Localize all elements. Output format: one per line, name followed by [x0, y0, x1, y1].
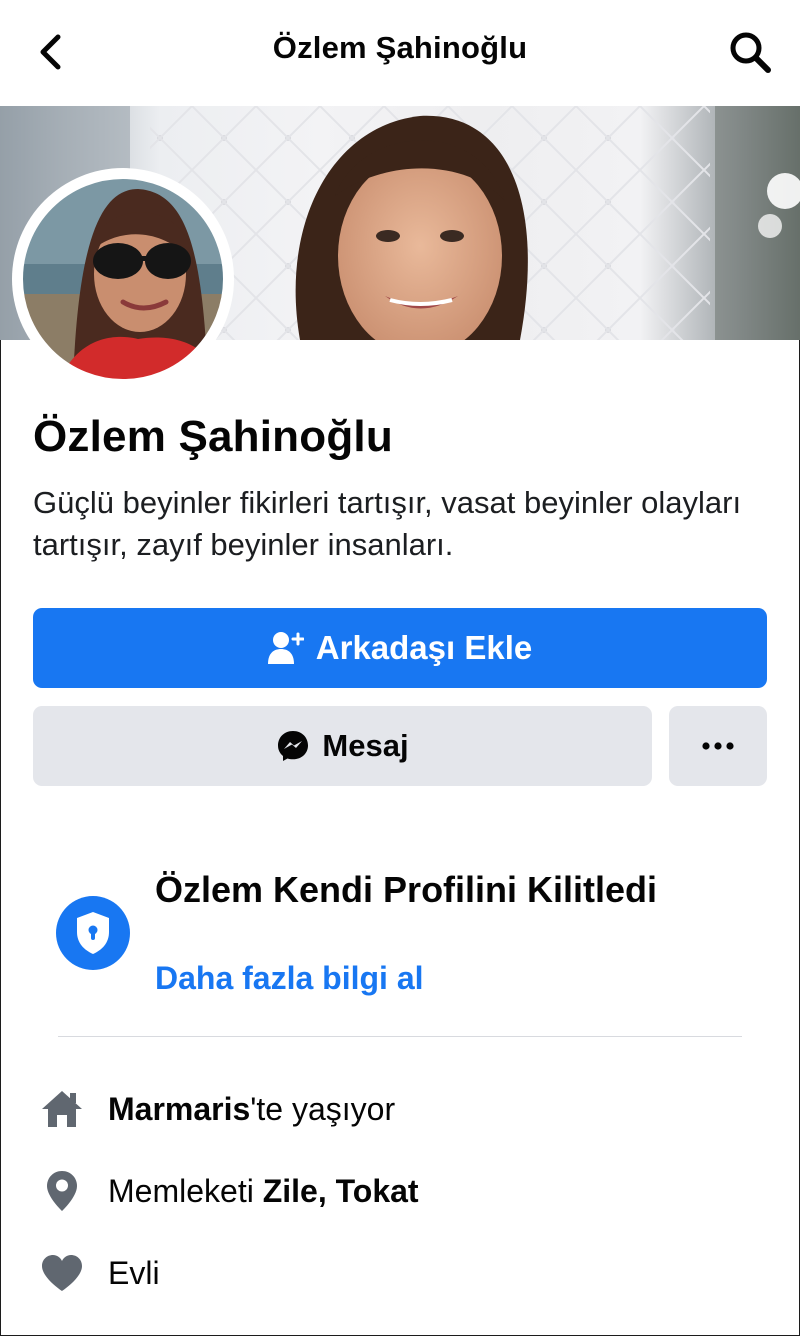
search-button[interactable] [722, 26, 778, 78]
location-pin-icon [40, 1169, 84, 1213]
hometown-value: Zile, Tokat [262, 1172, 419, 1209]
info-lives-in: Marmaris'te yaşıyor [40, 1084, 395, 1134]
page-title: Özlem Şahinoğlu [272, 30, 528, 65]
message-button[interactable]: Mesaj [33, 706, 652, 786]
info-hometown: Memleketi Zile, Tokat [40, 1166, 419, 1216]
heart-icon [40, 1251, 84, 1295]
info-relationship: Evli [40, 1248, 160, 1298]
add-friend-button[interactable]: Arkadaşı Ekle [33, 608, 767, 688]
home-icon [40, 1087, 84, 1131]
add-friend-icon [267, 631, 304, 665]
profile-bio: Güçlü beyinler fikirleri tartışır, vasat… [33, 485, 742, 562]
add-friend-label: Arkadaşı Ekle [315, 629, 533, 666]
relationship-status: Evli [108, 1254, 160, 1291]
search-icon [730, 32, 771, 73]
messenger-icon [276, 729, 310, 763]
more-options-button[interactable] [669, 706, 767, 786]
hometown-prefix: Memleketi [108, 1172, 263, 1209]
lives-city: Marmaris [108, 1090, 251, 1127]
profile-name: Özlem Şahinoğlu [33, 412, 393, 461]
locked-profile-title: Özlem Kendi Profilini Kilitledi [155, 869, 658, 910]
locked-shield-icon [56, 896, 130, 970]
more-dots-icon [702, 742, 734, 750]
top-bar: Özlem Şahinoğlu [0, 0, 800, 106]
avatar[interactable] [18, 174, 228, 384]
learn-more-link[interactable]: Daha fazla bilgi al [155, 960, 424, 997]
message-label: Mesaj [322, 728, 409, 763]
lives-suffix: 'te yaşıyor [250, 1090, 396, 1127]
avatar-image [19, 175, 227, 383]
divider [58, 1036, 742, 1037]
